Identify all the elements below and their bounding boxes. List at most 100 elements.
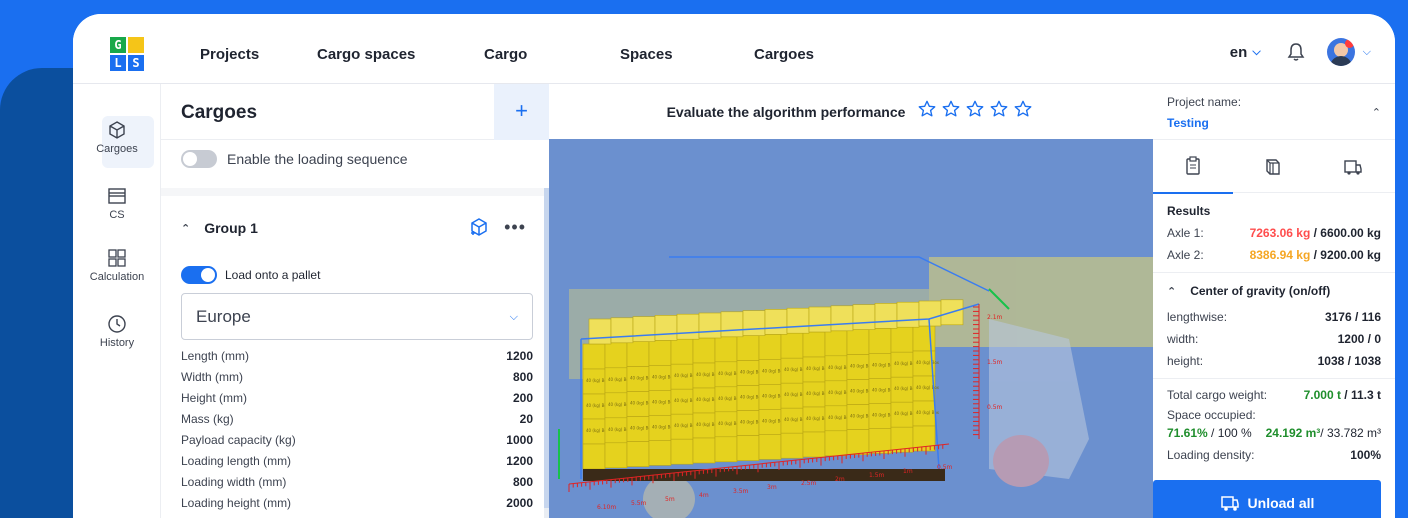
tab-clipboard[interactable]: [1153, 140, 1233, 194]
truck-render: 40 (kg) Box40 (kg) Box40 (kg) Box40 (kg)…: [558, 256, 1153, 518]
ruler-label: 4m: [699, 492, 709, 499]
cargo-box: [758, 334, 782, 360]
cargo-box: [758, 434, 782, 460]
nav-cargo[interactable]: Cargo: [484, 46, 620, 63]
property-value: 200: [512, 391, 533, 405]
nav-cargo-spaces[interactable]: Cargo spaces: [317, 46, 484, 63]
space-occupied-row: 71.61% / 100 % 24.192 m³/ 33.782 m³: [1167, 426, 1381, 440]
property-label: Loading length (mm): [181, 454, 292, 468]
star-icon[interactable]: [966, 100, 984, 118]
loading-sequence-toggle[interactable]: [181, 150, 217, 168]
space-percent-actual: 71.61%: [1167, 426, 1208, 440]
cargo-box: [846, 329, 870, 355]
tab-boxes[interactable]: [1233, 140, 1313, 194]
cargo-box: [890, 326, 914, 353]
star-icon[interactable]: [942, 100, 960, 118]
avatar[interactable]: [1326, 38, 1355, 66]
unload-all-label: Unload all: [1247, 495, 1315, 511]
3d-scene[interactable]: 40 (kg) Box 40 (kg) Box 40 (kg) Box 40 (kg)…: [549, 139, 1153, 518]
total-weight-limit: / 11.3 t: [1344, 388, 1381, 402]
cargo-box: [604, 342, 628, 369]
box-label: 40 (kg) Box: [916, 410, 940, 415]
rail-label: CS: [109, 209, 125, 221]
chevron-down-icon[interactable]: ⌵: [1363, 46, 1371, 59]
pallet-type-select[interactable]: Europe ⌵: [181, 293, 533, 340]
ruler-label: 6.10m: [597, 504, 616, 511]
cargo-box: [824, 330, 848, 357]
gls-logo[interactable]: G L S: [110, 37, 146, 73]
rail-item-history[interactable]: History: [73, 314, 161, 349]
cargo-box-top: [676, 313, 700, 340]
app-window: G L S Projects Cargo spaces Cargo Spaces…: [73, 14, 1395, 518]
rail-item-cargoes[interactable]: Cargoes: [73, 116, 161, 168]
star-icon[interactable]: [990, 100, 1008, 118]
ruler-label: 0.5m: [987, 404, 1003, 411]
group-header[interactable]: ⌃ Group 1: [181, 220, 258, 236]
cog-value: 1038 / 1038: [1317, 354, 1381, 368]
cargo-box-top: [764, 309, 788, 335]
center-of-gravity-toggle[interactable]: ⌃ Center of gravity (on/off): [1167, 284, 1330, 298]
project-label: Project name:: [1167, 95, 1242, 109]
space-percent: 71.61% / 100 %: [1167, 426, 1252, 440]
cargo-box-top: [720, 311, 744, 338]
cog-value: 1200 / 0: [1337, 332, 1381, 346]
property-value: 0: [526, 514, 533, 518]
rail-item-calculation[interactable]: Calculation: [73, 248, 161, 283]
nav-cargoes[interactable]: Cargoes: [754, 46, 814, 63]
panel-header: Cargoes +: [161, 84, 549, 140]
space-percent-limit: / 100 %: [1207, 426, 1252, 440]
rail-item-cs[interactable]: CS: [73, 186, 161, 221]
pallet-properties: Length (mm) 1200 Width (mm) 800 Height (mm) 2…: [181, 346, 533, 518]
chevron-up-icon[interactable]: ⌃: [1372, 106, 1381, 119]
star-icon[interactable]: [918, 100, 936, 118]
nav-projects[interactable]: Projects: [200, 46, 317, 63]
pallet-base: [583, 469, 945, 481]
cargo-box: 40 (kg) Box: [912, 375, 940, 402]
property-value: 1200: [506, 349, 533, 363]
axle-1-actual: 7263.06 kg: [1249, 226, 1311, 240]
pallet-type-value: Europe: [196, 307, 251, 326]
ruler-label: 1m: [903, 468, 913, 475]
pallet-toggle[interactable]: [181, 266, 217, 284]
cargo-box: [714, 436, 738, 463]
project-name[interactable]: Testing: [1167, 116, 1209, 130]
property-label: Protrusion length from start (mm): [181, 514, 357, 518]
rail-label: Calculation: [89, 271, 145, 283]
property-value: 20: [519, 412, 533, 426]
add-cargo-button[interactable]: +: [494, 84, 549, 140]
cargo-box-top: [808, 306, 832, 333]
star-icon[interactable]: [1014, 100, 1032, 118]
main-nav: Projects Cargo spaces Cargo Spaces Cargo…: [200, 46, 814, 63]
space-volume-actual: 24.192 m³: [1265, 426, 1321, 440]
ruler-label: 1.5m: [869, 472, 885, 479]
tab-truck[interactable]: [1313, 140, 1393, 194]
cargo-box: [604, 442, 628, 469]
evaluate-label: Evaluate the algorithm performance: [666, 103, 906, 120]
ruler-label: 1.5m: [987, 359, 1003, 366]
add-box-icon[interactable]: [468, 216, 490, 238]
property-value: 800: [512, 475, 533, 489]
property-row: Height (mm) 200: [181, 388, 533, 409]
bell-icon[interactable]: [1287, 42, 1305, 62]
nav-spaces[interactable]: Spaces: [620, 46, 754, 63]
cargo-box: [582, 443, 606, 470]
axle-1-limit: / 6600.00 kg: [1310, 226, 1381, 240]
group-card: ⌃ Group 1 ••• Load onto a pallet Europe: [161, 196, 544, 518]
chevron-up-icon[interactable]: ⌃: [181, 222, 190, 235]
more-icon[interactable]: •••: [504, 217, 526, 238]
property-label: Mass (kg): [181, 412, 234, 426]
cargoes-panel: Cargoes + Enable the loading sequence ⌃ …: [161, 84, 549, 518]
group-actions: •••: [468, 216, 526, 238]
loading-sequence-row: Enable the loading sequence: [181, 150, 408, 168]
cargo-box: [780, 432, 804, 459]
cargo-box: [912, 325, 936, 352]
language-select[interactable]: en ⌵: [1230, 44, 1261, 61]
cargo-box: [802, 331, 826, 358]
cargo-box: [868, 328, 892, 354]
cube-icon: [109, 121, 125, 139]
unload-all-button[interactable]: Unload all: [1153, 480, 1381, 518]
property-row: Loading width (mm) 800: [181, 472, 533, 493]
axle-2-value: 8386.94 kg / 9200.00 kg: [1250, 248, 1381, 262]
cargo-box-top: [632, 316, 656, 342]
cargo-box: [802, 431, 826, 458]
